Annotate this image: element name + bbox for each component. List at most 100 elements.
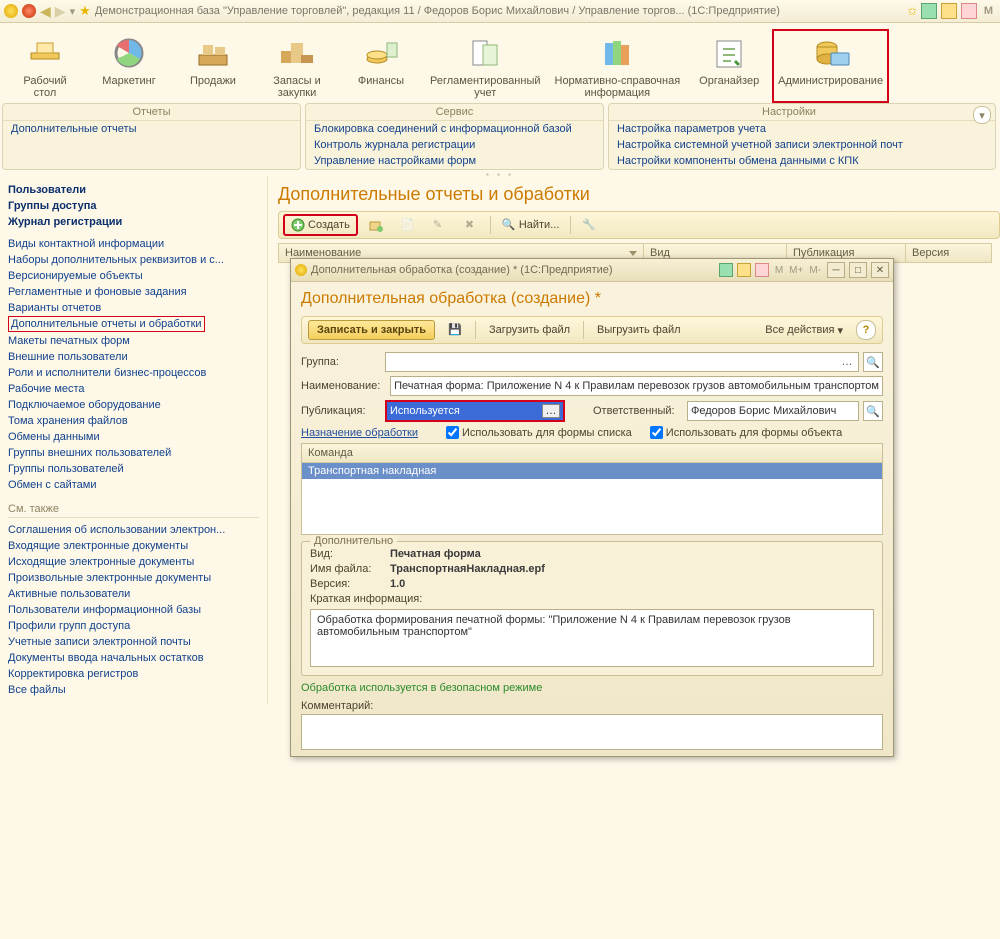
sidebar-link[interactable]: Подключаемое оборудование	[8, 397, 259, 413]
sidebar-link[interactable]: Наборы дополнительных реквизитов и с...	[8, 252, 259, 268]
content-area: Дополнительные отчеты и обработки Создат…	[268, 176, 1000, 704]
close-button[interactable]: ✕	[871, 262, 889, 278]
tb-icon[interactable]	[719, 263, 733, 277]
publication-select[interactable]: Используется…	[385, 400, 565, 422]
panel-link[interactable]: Настройка параметров учета	[609, 121, 995, 137]
create-folder-button[interactable]	[362, 215, 390, 235]
group-input[interactable]: …	[385, 352, 859, 372]
name-input[interactable]: Печатная форма: Приложение N 4 к Правила…	[390, 376, 883, 396]
panel-link[interactable]: Настройка системной учетной записи элект…	[609, 137, 995, 153]
panel-link[interactable]: Контроль журнала регистрации	[306, 137, 603, 153]
m-plus-icon[interactable]: M+	[789, 265, 803, 276]
use-object-checkbox[interactable]: Использовать для формы объекта	[650, 426, 843, 439]
sidebar-link[interactable]: Исходящие электронные документы	[8, 554, 259, 570]
ribbon-desktop[interactable]: Рабочий стол	[4, 29, 86, 103]
create-button[interactable]: Создать	[283, 214, 358, 236]
fav-add-icon[interactable]: ✩	[908, 5, 917, 18]
ribbon-stock[interactable]: Запасы и закупки	[256, 29, 338, 103]
sidebar-link[interactable]: Регламентные и фоновые задания	[8, 284, 259, 300]
window-titlebar: ◀ ▶ ▾ ★ Демонстрационная база "Управлени…	[0, 0, 1000, 23]
assignment-link[interactable]: Назначение обработки	[301, 427, 418, 439]
ribbon-marketing[interactable]: Маркетинг	[88, 29, 170, 103]
load-file-button[interactable]: Загрузить файл	[482, 321, 577, 339]
panel-expand-icon[interactable]: ▾	[973, 106, 991, 124]
col-ver[interactable]: Версия	[906, 244, 991, 262]
tool-icon-1[interactable]	[921, 3, 937, 19]
sidebar-link[interactable]: Профили групп доступа	[8, 618, 259, 634]
sidebar-link[interactable]: Рабочие места	[8, 381, 259, 397]
sidebar-link[interactable]: Пользователи информационной базы	[8, 602, 259, 618]
copy-button[interactable]: 📄	[394, 215, 422, 235]
sidebar-bold[interactable]: Журнал регистрации	[8, 214, 259, 230]
sidebar-link[interactable]: Активные пользователи	[8, 586, 259, 602]
ribbon-refinfo[interactable]: Нормативно-справочная информация	[549, 29, 687, 103]
lookup-button[interactable]: 🔍	[863, 401, 883, 421]
comment-textarea[interactable]	[301, 714, 883, 750]
sidebar-link[interactable]: Все файлы	[8, 682, 259, 698]
m-icon[interactable]: M	[981, 5, 996, 17]
sidebar-link[interactable]: Корректировка регистров	[8, 666, 259, 682]
sidebar-link[interactable]: Тома хранения файлов	[8, 413, 259, 429]
command-row[interactable]: Транспортная накладная	[302, 463, 882, 479]
sidebar-link[interactable]: Группы внешних пользователей	[8, 445, 259, 461]
sidebar-link[interactable]: Соглашения об использовании электрон...	[8, 522, 259, 538]
ribbon-admin[interactable]: Администрирование	[772, 29, 889, 103]
ellipsis-icon[interactable]: …	[542, 404, 560, 418]
ribbon-organizer[interactable]: Органайзер	[688, 29, 770, 103]
help-button[interactable]: ?	[856, 320, 876, 340]
panel-link[interactable]: Управление настройками форм	[306, 153, 603, 169]
refresh-button[interactable]: 🔧	[575, 215, 603, 235]
tool-icon-2[interactable]	[941, 3, 957, 19]
tb-icon[interactable]	[737, 263, 751, 277]
m-minus-icon[interactable]: M-	[807, 265, 823, 276]
menu-icon[interactable]	[22, 4, 36, 18]
sidebar-link[interactable]: Произвольные электронные документы	[8, 570, 259, 586]
sidebar-bold[interactable]: Пользователи	[8, 182, 259, 198]
minimize-button[interactable]: ─	[827, 262, 845, 278]
sidebar-link[interactable]: Документы ввода начальных остатков	[8, 650, 259, 666]
save-close-button[interactable]: Записать и закрыть	[308, 320, 435, 340]
sidebar-link[interactable]: Обмен с сайтами	[8, 477, 259, 493]
sidebar-link[interactable]: Виды контактной информации	[8, 236, 259, 252]
save-button[interactable]: 💾	[441, 320, 469, 340]
sidebar-link-extra-reports[interactable]: Дополнительные отчеты и обработки	[11, 318, 202, 330]
sidebar-bold[interactable]: Группы доступа	[8, 198, 259, 214]
sidebar-link[interactable]: Внешние пользователи	[8, 349, 259, 365]
panel-link[interactable]: Дополнительные отчеты	[3, 121, 300, 137]
sort-icon	[629, 251, 637, 256]
additional-fieldset: Дополнительно Вид:Печатная форма Имя фай…	[301, 541, 883, 676]
use-list-checkbox[interactable]: Использовать для формы списка	[446, 426, 632, 439]
star-icon[interactable]: ★	[79, 3, 91, 19]
sidebar-link[interactable]: Роли и исполнители бизнес-процессов	[8, 365, 259, 381]
responsible-input[interactable]: Федоров Борис Михайлович	[687, 401, 859, 421]
lookup-button[interactable]: 🔍	[863, 352, 883, 372]
panel-link[interactable]: Блокировка соединений с информационной б…	[306, 121, 603, 137]
nav-back-icon[interactable]: ◀	[40, 3, 51, 20]
ellipsis-icon[interactable]: …	[839, 356, 855, 368]
sidebar-link[interactable]: Варианты отчетов	[8, 300, 259, 316]
sidebar-link[interactable]: Обмены данными	[8, 429, 259, 445]
find-button[interactable]: 🔍Найти...	[495, 215, 567, 235]
nav-fwd-icon[interactable]: ▶	[55, 3, 66, 20]
pencil-icon: ✎	[433, 218, 447, 232]
ribbon-regaccount[interactable]: Регламентированный учет	[424, 29, 547, 103]
dialog-titlebar[interactable]: Дополнительная обработка (создание) * (1…	[291, 259, 893, 282]
edit-button[interactable]: ✎	[426, 215, 454, 235]
tool-icon-3[interactable]	[961, 3, 977, 19]
ribbon-finance[interactable]: Финансы	[340, 29, 422, 103]
sidebar-link[interactable]: Группы пользователей	[8, 461, 259, 477]
ribbon-sales[interactable]: Продажи	[172, 29, 254, 103]
sidebar-link[interactable]: Входящие электронные документы	[8, 538, 259, 554]
maximize-button[interactable]: □	[849, 262, 867, 278]
short-info-box[interactable]: Обработка формирования печатной формы: "…	[310, 609, 874, 667]
unload-file-button[interactable]: Выгрузить файл	[590, 321, 688, 339]
commands-header[interactable]: Команда	[302, 444, 882, 463]
sidebar-link[interactable]: Версионируемые объекты	[8, 268, 259, 284]
sidebar-link[interactable]: Учетные записи электронной почты	[8, 634, 259, 650]
m-icon[interactable]: M	[773, 265, 785, 276]
tb-icon[interactable]	[755, 263, 769, 277]
all-actions-button[interactable]: Все действия ▾	[758, 321, 850, 340]
sidebar-link[interactable]: Макеты печатных форм	[8, 333, 259, 349]
delete-button[interactable]: ✖	[458, 215, 486, 235]
panel-link[interactable]: Настройки компоненты обмена данными с КП…	[609, 153, 995, 169]
